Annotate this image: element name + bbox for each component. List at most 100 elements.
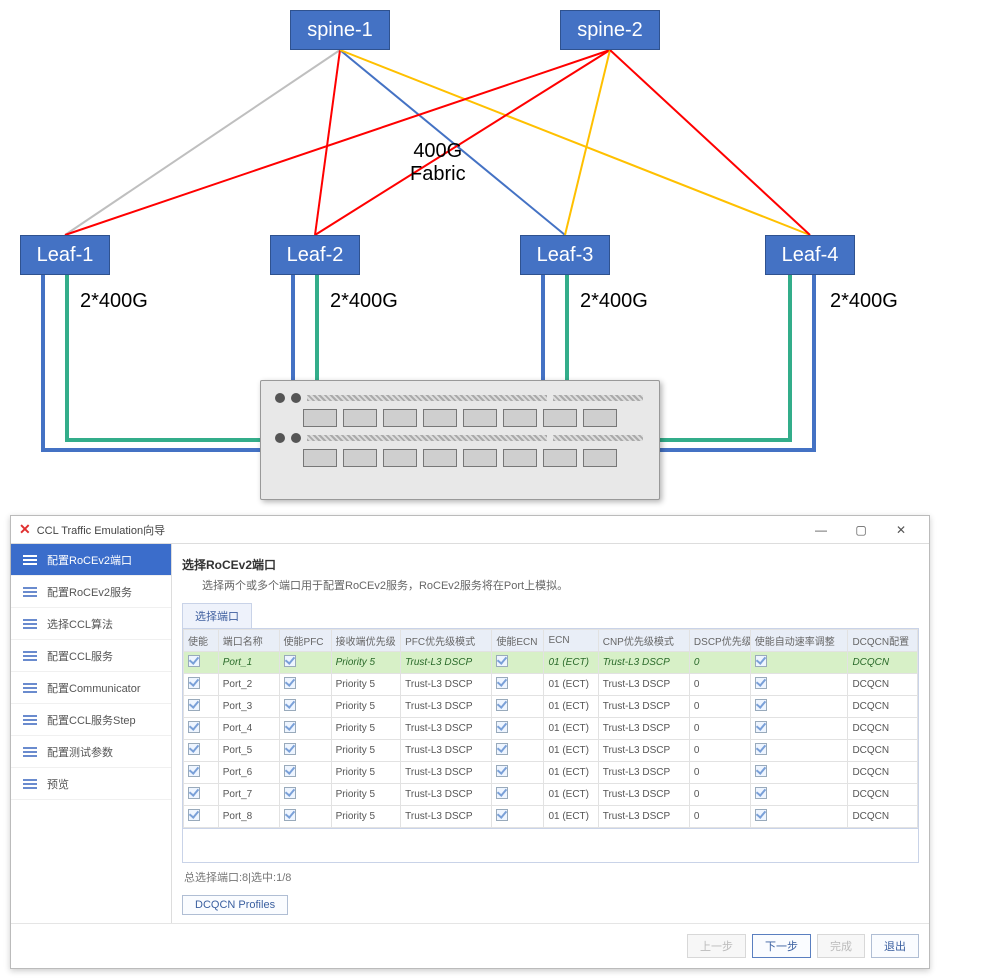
next-button[interactable]: 下一步 [752,934,811,958]
panel-subtitle: 选择两个或多个端口用于配置RoCEv2服务，RoCEv2服务将在Port上模拟。 [182,577,919,593]
wizard-main: 选择RoCEv2端口 选择两个或多个端口用于配置RoCEv2服务，RoCEv2服… [171,544,929,923]
autorate-checkbox[interactable] [755,677,767,689]
pfc-checkbox[interactable] [284,677,296,689]
column-header[interactable]: 接收端优先级 [331,630,400,652]
spine-2-node: spine-2 [560,10,660,50]
link-label-2: 2*400G [330,290,398,313]
pfc-checkbox[interactable] [284,765,296,777]
leaf-1-node: Leaf-1 [20,235,110,275]
column-header[interactable]: DCQCN配置 [848,630,918,652]
table-row[interactable]: Port_3Priority 5Trust-L3 DSCP01 (ECT)Tru… [184,696,918,718]
sidebar-item-5[interactable]: 配置CCL服务Step [11,704,171,736]
sidebar-item-7[interactable]: 预览 [11,768,171,800]
tab-select-ports[interactable]: 选择端口 [182,603,252,628]
menu-icon [23,651,37,661]
sidebar-item-label: 配置Communicator [47,680,141,696]
table-row[interactable]: Port_6Priority 5Trust-L3 DSCP01 (ECT)Tru… [184,762,918,784]
selection-summary: 总选择端口:8|选中:1/8 [182,863,919,895]
autorate-checkbox[interactable] [755,721,767,733]
sidebar-item-label: 配置RoCEv2端口 [47,552,132,568]
column-header[interactable]: PFC优先级模式 [401,630,492,652]
ecn-checkbox[interactable] [496,809,508,821]
autorate-checkbox[interactable] [755,743,767,755]
table-spacer [182,829,919,863]
autorate-checkbox[interactable] [755,655,767,667]
pfc-checkbox[interactable] [284,655,296,667]
sidebar-item-label: 预览 [47,776,69,792]
ecn-checkbox[interactable] [496,765,508,777]
link-label-4: 2*400G [830,290,898,313]
pfc-checkbox[interactable] [284,809,296,821]
pfc-checkbox[interactable] [284,699,296,711]
menu-icon [23,715,37,725]
leaf-2-node: Leaf-2 [270,235,360,275]
fabric-label: 400G Fabric [410,140,466,186]
table-row[interactable]: Port_5Priority 5Trust-L3 DSCP01 (ECT)Tru… [184,740,918,762]
autorate-checkbox[interactable] [755,809,767,821]
column-header[interactable]: ECN [544,630,598,652]
ecn-checkbox[interactable] [496,787,508,799]
link-label-3: 2*400G [580,290,648,313]
ecn-checkbox[interactable] [496,721,508,733]
column-header[interactable]: 使能ECN [492,630,544,652]
sidebar-item-1[interactable]: 配置RoCEv2服务 [11,576,171,608]
sidebar-item-4[interactable]: 配置Communicator [11,672,171,704]
table-row[interactable]: Port_1Priority 5Trust-L3 DSCP01 (ECT)Tru… [184,652,918,674]
sidebar-item-label: 选择CCL算法 [47,616,113,632]
column-header[interactable]: CNP优先级模式 [598,630,689,652]
table-row[interactable]: Port_4Priority 5Trust-L3 DSCP01 (ECT)Tru… [184,718,918,740]
dcqcn-profiles-button[interactable]: DCQCN Profiles [182,895,288,915]
link-label-1: 2*400G [80,290,148,313]
table-row[interactable]: Port_2Priority 5Trust-L3 DSCP01 (ECT)Tru… [184,674,918,696]
sidebar-item-label: 配置CCL服务Step [47,712,136,728]
ports-table: 使能端口名称使能PFC接收端优先级PFC优先级模式使能ECNECNCNP优先级模… [182,628,919,829]
prev-button[interactable]: 上一步 [687,934,746,958]
pfc-checkbox[interactable] [284,787,296,799]
enable-checkbox[interactable] [188,765,200,777]
finish-button[interactable]: 完成 [817,934,865,958]
app-icon: ✕ [19,521,31,538]
menu-icon [23,587,37,597]
ecn-checkbox[interactable] [496,655,508,667]
enable-checkbox[interactable] [188,677,200,689]
sidebar-item-0[interactable]: 配置RoCEv2端口 [11,544,171,576]
ecn-checkbox[interactable] [496,677,508,689]
table-row[interactable]: Port_7Priority 5Trust-L3 DSCP01 (ECT)Tru… [184,784,918,806]
sidebar-item-label: 配置CCL服务 [47,648,113,664]
column-header[interactable]: DSCP优先级 [689,630,750,652]
column-header[interactable]: 使能 [184,630,219,652]
column-header[interactable]: 使能自动速率调整 [750,630,848,652]
enable-checkbox[interactable] [188,809,200,821]
chassis-device [260,380,660,500]
menu-icon [23,619,37,629]
minimize-button[interactable]: — [801,519,841,541]
autorate-checkbox[interactable] [755,699,767,711]
spine-1-node: spine-1 [290,10,390,50]
column-header[interactable]: 端口名称 [218,630,279,652]
maximize-button[interactable]: ▢ [841,519,881,541]
autorate-checkbox[interactable] [755,787,767,799]
pfc-checkbox[interactable] [284,743,296,755]
autorate-checkbox[interactable] [755,765,767,777]
table-row[interactable]: Port_8Priority 5Trust-L3 DSCP01 (ECT)Tru… [184,806,918,828]
ecn-checkbox[interactable] [496,743,508,755]
enable-checkbox[interactable] [188,699,200,711]
ecn-checkbox[interactable] [496,699,508,711]
sidebar-item-6[interactable]: 配置测试参数 [11,736,171,768]
pfc-checkbox[interactable] [284,721,296,733]
enable-checkbox[interactable] [188,721,200,733]
wizard-sidebar: 配置RoCEv2端口配置RoCEv2服务选择CCL算法配置CCL服务配置Comm… [11,544,171,923]
close-button[interactable]: ✕ [881,519,921,541]
enable-checkbox[interactable] [188,787,200,799]
sidebar-item-2[interactable]: 选择CCL算法 [11,608,171,640]
enable-checkbox[interactable] [188,655,200,667]
leaf-4-node: Leaf-4 [765,235,855,275]
sidebar-item-3[interactable]: 配置CCL服务 [11,640,171,672]
column-header[interactable]: 使能PFC [279,630,331,652]
menu-icon [23,683,37,693]
exit-button[interactable]: 退出 [871,934,919,958]
menu-icon [23,555,37,565]
enable-checkbox[interactable] [188,743,200,755]
panel-title: 选择RoCEv2端口 [182,556,919,573]
leaf-3-node: Leaf-3 [520,235,610,275]
